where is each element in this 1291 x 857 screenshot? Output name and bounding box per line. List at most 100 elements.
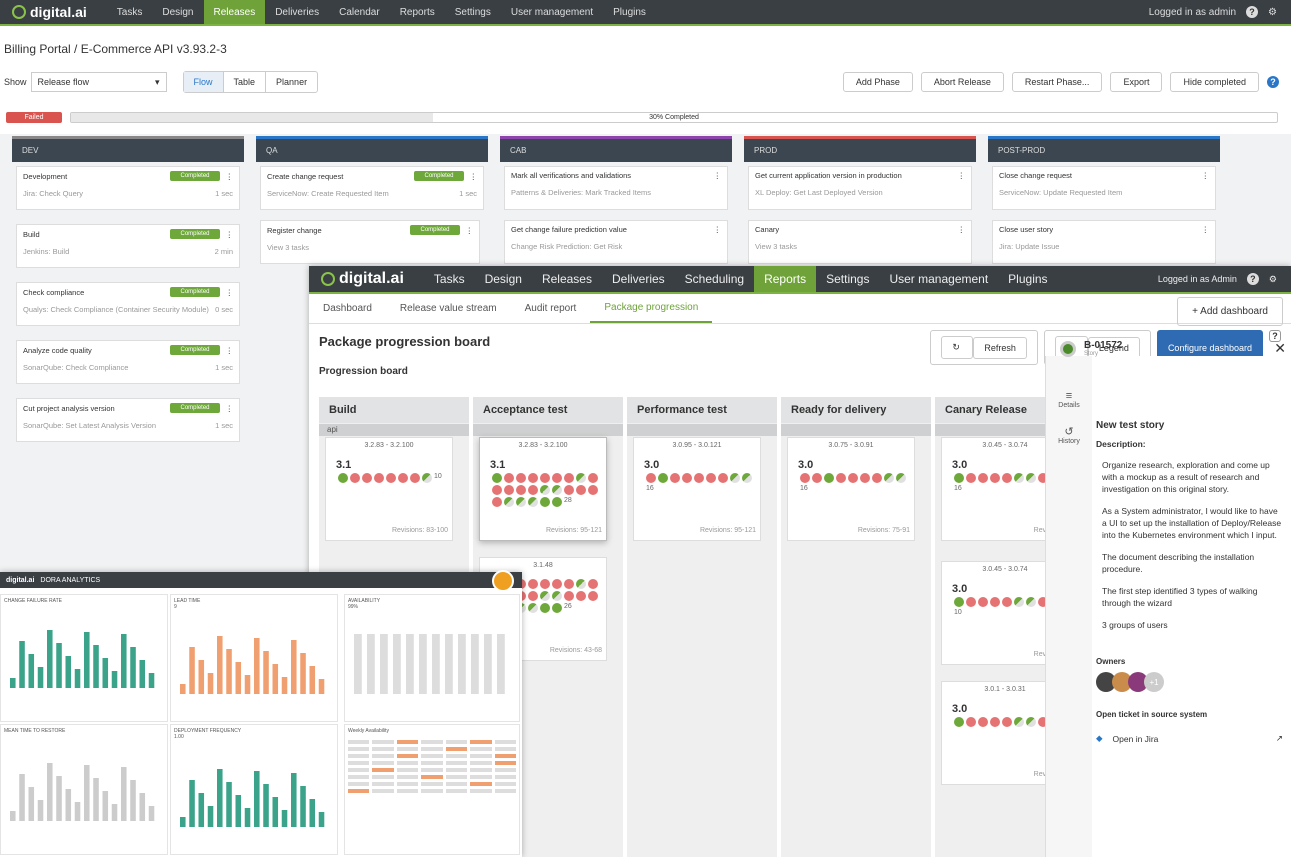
phase-header-qa[interactable]: QA (256, 136, 488, 162)
revision-dot[interactable] (552, 591, 562, 601)
revision-dot[interactable] (1014, 717, 1024, 727)
nav-item-tasks[interactable]: Tasks (424, 266, 475, 292)
revision-dot[interactable] (576, 591, 586, 601)
gear-icon[interactable]: ⚙ (1268, 7, 1277, 18)
revision-dot[interactable] (588, 485, 598, 495)
revision-dot[interactable] (552, 485, 562, 495)
revision-dot[interactable] (540, 591, 550, 601)
nav-item-plugins[interactable]: Plugins (998, 266, 1057, 292)
revision-dot[interactable] (422, 473, 432, 483)
revision-dot[interactable] (576, 485, 586, 495)
more-icon[interactable]: ⋮ (714, 225, 722, 234)
owners-avatars[interactable]: +1 (1096, 672, 1291, 692)
revision-dot[interactable] (706, 473, 716, 483)
refresh-button[interactable]: ↻ Refresh (930, 330, 1038, 365)
restart-phase--button[interactable]: Restart Phase... (1011, 72, 1103, 92)
more-icon[interactable]: ⋮ (226, 288, 234, 297)
revision-dot[interactable] (1026, 597, 1036, 607)
view-flow[interactable]: Flow (183, 72, 224, 92)
phase-header-prod[interactable]: PROD (744, 136, 976, 162)
revision-dot[interactable] (516, 485, 526, 495)
revision-dot[interactable] (492, 497, 502, 507)
revision-dot[interactable] (990, 717, 1000, 727)
nav-item-plugins[interactable]: Plugins (603, 0, 656, 24)
revision-dot[interactable] (362, 473, 372, 483)
tab-package-progression[interactable]: Package progression (590, 294, 713, 323)
revision-dot[interactable] (492, 485, 502, 495)
hide-completed-button[interactable]: Hide completed (1170, 72, 1259, 92)
revision-dot[interactable] (1026, 717, 1036, 727)
revision-dot[interactable] (954, 597, 964, 607)
nav-item-calendar[interactable]: Calendar (329, 0, 390, 24)
help-icon[interactable]: ? (1267, 76, 1279, 88)
revision-dot[interactable] (410, 473, 420, 483)
nav-item-settings[interactable]: Settings (816, 266, 879, 292)
more-icon[interactable]: ⋮ (226, 172, 234, 181)
add-dashboard-button[interactable]: + Add dashboard (1177, 297, 1283, 326)
task-card[interactable]: Development Completed ⋮ Jira: Check Query 1 … (16, 166, 240, 210)
revision-dot[interactable] (966, 597, 976, 607)
nav-item-reports[interactable]: Reports (754, 266, 817, 292)
revision-dot[interactable] (386, 473, 396, 483)
more-icon[interactable]: ⋮ (958, 171, 966, 180)
revision-dot[interactable] (1002, 717, 1012, 727)
tab-details[interactable]: ≡ Details (1046, 356, 1092, 409)
revision-dot[interactable] (588, 579, 598, 589)
user-label[interactable]: Logged in as admin (1149, 7, 1236, 18)
revision-dot[interactable] (576, 473, 586, 483)
nav-item-tasks[interactable]: Tasks (107, 0, 153, 24)
revision-dot[interactable] (528, 485, 538, 495)
revision-dot[interactable] (504, 485, 514, 495)
task-card[interactable]: Close change request ⋮ ServiceNow: Update … (992, 166, 1216, 210)
task-card[interactable]: Get current application version in produ… (748, 166, 972, 210)
revision-dot[interactable] (812, 473, 822, 483)
revision-dot[interactable] (800, 473, 810, 483)
task-card[interactable]: Close user story ⋮ Jira: Update Issue (992, 220, 1216, 264)
user-label[interactable]: Logged in as Admin (1158, 274, 1237, 284)
task-card[interactable]: Mark all verifications and validations ⋮ P… (504, 166, 728, 210)
revision-dot[interactable] (978, 597, 988, 607)
revision-dot[interactable] (1002, 473, 1012, 483)
task-card[interactable]: Get change failure prediction value ⋮ Chan… (504, 220, 728, 264)
revision-dot[interactable] (528, 603, 538, 613)
revision-dot[interactable] (374, 473, 384, 483)
revision-dot[interactable] (398, 473, 408, 483)
close-icon[interactable]: ✕ (1274, 340, 1286, 357)
revision-dot[interactable] (848, 473, 858, 483)
app-logo[interactable]: digital.ai (12, 4, 87, 20)
more-icon[interactable]: ⋮ (466, 226, 474, 235)
revision-dot[interactable] (730, 473, 740, 483)
open-jira-link[interactable]: ◆ Open in Jira ↗ (1096, 733, 1291, 744)
forward-icon[interactable] (492, 570, 514, 592)
export-button[interactable]: Export (1110, 72, 1163, 92)
revision-dot[interactable] (670, 473, 680, 483)
revision-dot[interactable] (588, 473, 598, 483)
more-icon[interactable]: ⋮ (1202, 225, 1210, 234)
revision-dot[interactable] (1002, 597, 1012, 607)
gear-icon[interactable]: ⚙ (1269, 274, 1277, 285)
revision-dot[interactable] (1014, 473, 1024, 483)
revision-dot[interactable] (564, 591, 574, 601)
task-card[interactable]: Cut project analysis version Completed ⋮ So… (16, 398, 240, 442)
revision-dot[interactable] (742, 473, 752, 483)
tab-dashboard[interactable]: Dashboard (309, 294, 386, 323)
nav-item-releases[interactable]: Releases (532, 266, 602, 292)
nav-item-releases[interactable]: Releases (203, 0, 266, 24)
revision-dot[interactable] (552, 579, 562, 589)
package-card[interactable]: 3.2.83 - 3.2.100 3.1 28 Revisions: 95-121 (479, 437, 607, 541)
more-icon[interactable]: ⋮ (226, 404, 234, 413)
task-card[interactable]: Create change request Completed ⋮ ServiceNo… (260, 166, 484, 210)
task-card[interactable]: Register change Completed ⋮ View 3 tasks (260, 220, 480, 264)
revision-dot[interactable] (540, 485, 550, 495)
more-icon[interactable]: ⋮ (1202, 171, 1210, 180)
revision-dot[interactable] (528, 579, 538, 589)
revision-dot[interactable] (896, 473, 906, 483)
revision-dot[interactable] (824, 473, 834, 483)
phase-header-cab[interactable]: CAB (500, 136, 732, 162)
phase-header-dev[interactable]: DEV (12, 136, 244, 162)
revision-dot[interactable] (552, 603, 562, 613)
nav-item-settings[interactable]: Settings (445, 0, 501, 24)
view-planner[interactable]: Planner (266, 72, 317, 92)
revision-dot[interactable] (658, 473, 668, 483)
revision-dot[interactable] (528, 591, 538, 601)
